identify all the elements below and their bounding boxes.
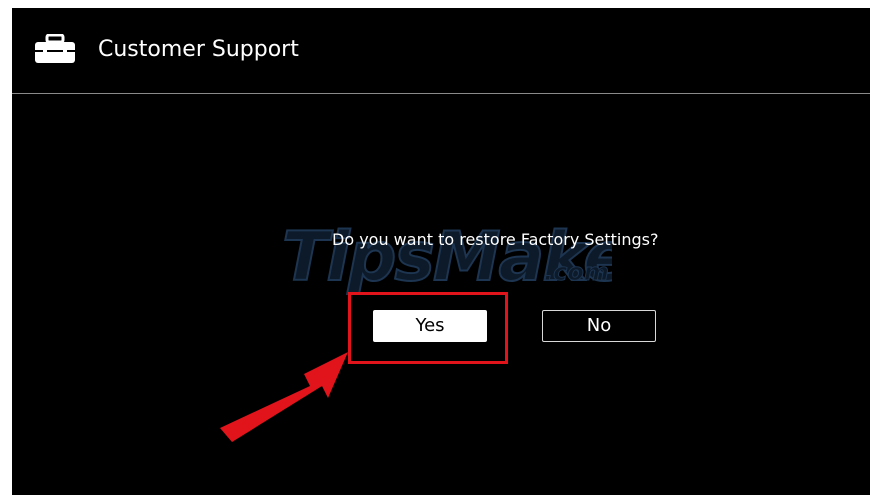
watermark-suffix: .com bbox=[544, 258, 609, 286]
no-button[interactable]: No bbox=[542, 310, 656, 342]
dialog-question: Do you want to restore Factory Settings? bbox=[332, 230, 659, 249]
tv-screen: Customer Support TipsMake .com Do you wa… bbox=[12, 8, 870, 495]
header-divider bbox=[12, 93, 870, 94]
toolbox-icon bbox=[35, 34, 75, 63]
page-title: Customer Support bbox=[98, 37, 299, 62]
highlight-box bbox=[348, 292, 508, 364]
header: Customer Support bbox=[12, 8, 870, 94]
watermark: TipsMake .com bbox=[282, 217, 612, 296]
arrow-icon bbox=[220, 352, 348, 442]
